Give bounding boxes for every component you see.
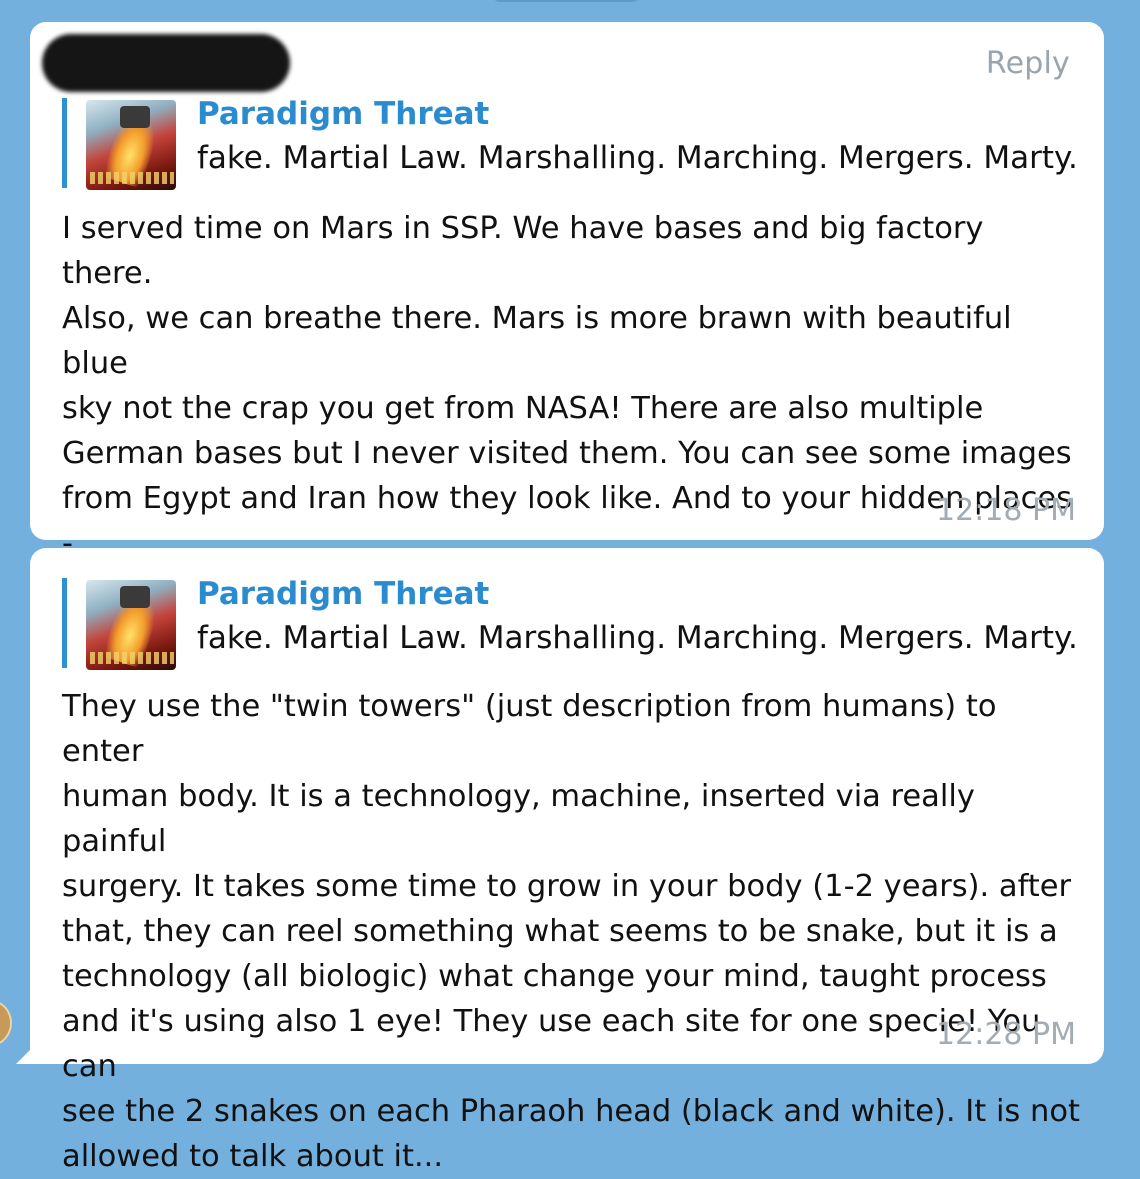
quote-sender-name: Paradigm Threat	[197, 576, 490, 612]
quote-thumbnail	[86, 580, 176, 670]
quote-text: fake. Martial Law. Marshalling. Marching…	[197, 140, 1075, 176]
date-pill	[492, 0, 640, 2]
quote-sender-name: Paradigm Threat	[197, 96, 490, 132]
reply-quote[interactable]: Paradigm Threat fake. Martial Law. Marsh…	[62, 96, 1077, 190]
message-text: They use the "twin towers" (just descrip…	[62, 689, 1080, 1174]
redacted-sender-name	[42, 34, 290, 92]
sender-avatar[interactable]	[0, 1000, 12, 1046]
quote-thumbnail	[86, 100, 176, 190]
reply-button[interactable]: Reply	[986, 46, 1070, 81]
message-timestamp: 12:18 PM	[936, 493, 1076, 528]
message-timestamp: 12:28 PM	[936, 1017, 1076, 1052]
message-bubble[interactable]: Reply Paradigm Threat fake. Martial Law.…	[30, 22, 1104, 651]
quote-text: fake. Martial Law. Marshalling. Marching…	[197, 620, 1075, 656]
message-bubble[interactable]: Paradigm Threat fake. Martial Law. Marsh…	[30, 548, 1104, 1174]
reply-quote[interactable]: Paradigm Threat fake. Martial Law. Marsh…	[62, 576, 1077, 670]
